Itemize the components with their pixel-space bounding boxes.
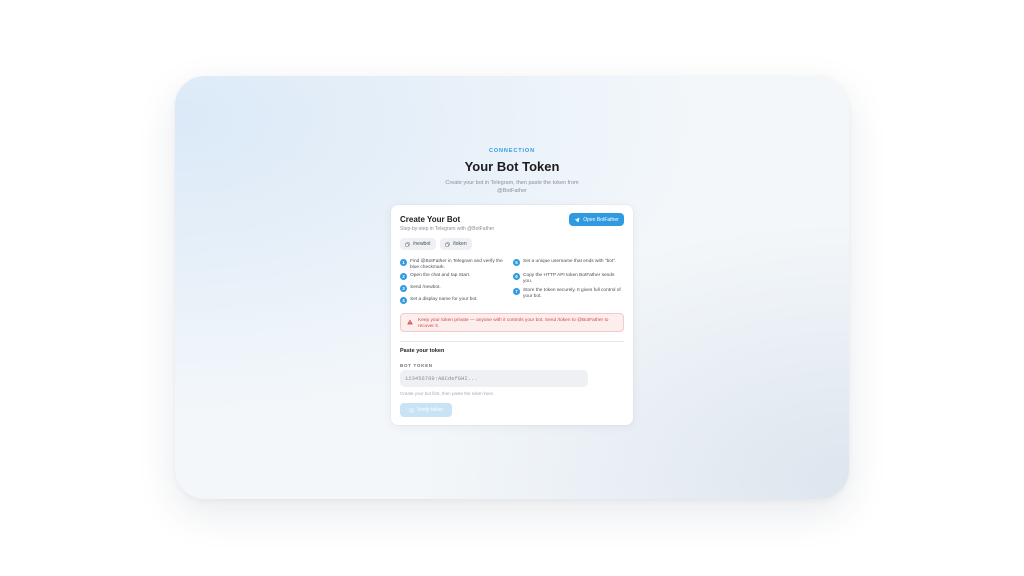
page-header: CONNECTION Your Bot Token Create your bo…	[175, 148, 849, 195]
bot-token-input[interactable]	[400, 370, 588, 387]
chip-token[interactable]: /token	[440, 238, 472, 250]
step-number: 3	[400, 285, 407, 292]
step-number: 7	[513, 288, 520, 295]
verify-token-button[interactable]: Verify token	[400, 403, 452, 417]
step-text: Set a unique username that ends with "bo…	[523, 259, 617, 264]
divider	[400, 341, 624, 342]
verify-token-label: Verify token	[416, 407, 444, 413]
step-text: Store the token securely. It gives full …	[523, 288, 621, 299]
chip-newbot[interactable]: /newbot	[400, 238, 436, 250]
section-kicker: CONNECTION	[489, 148, 535, 154]
step-item: 4 Set a display name for your bot.	[400, 297, 510, 304]
copy-icon	[405, 241, 410, 247]
telegram-send-icon	[574, 217, 580, 222]
bot-token-label: BOT TOKEN	[400, 363, 433, 368]
step-item: 2 Open the chat and tap Start.	[400, 273, 510, 280]
card-title: Create Your Bot	[400, 215, 461, 224]
step-text: Find @BotFather in Telegram and verify t…	[410, 259, 503, 270]
chip-label: /newbot	[413, 241, 431, 247]
warning-text: Keep your token private — anyone with it…	[418, 318, 609, 329]
step-item: 5 Set a unique username that ends with "…	[513, 259, 623, 266]
app-window: CONNECTION Your Bot Token Create your bo…	[175, 76, 849, 499]
chip-label: /token	[453, 241, 467, 247]
step-number: 1	[400, 259, 407, 266]
step-text: Copy the HTTP API token BotFather sends …	[523, 273, 615, 284]
open-botfather-button[interactable]: Open BotFather	[569, 213, 624, 226]
create-bot-card: Create Your Bot Step-by-step in Telegram…	[391, 205, 633, 425]
step-item: 3 Send /newbot.	[400, 285, 510, 292]
step-text: Open the chat and tap Start.	[410, 273, 471, 278]
token-hint: Create your bot first, then paste the to…	[400, 391, 495, 396]
step-item: 6 Copy the HTTP API token BotFather send…	[513, 273, 623, 284]
step-number: 6	[513, 273, 520, 280]
copy-icon	[445, 241, 450, 247]
page-title: Your Bot Token	[464, 159, 560, 174]
step-number: 5	[513, 259, 520, 266]
step-number: 4	[400, 297, 407, 304]
step-text: Set a display name for your bot.	[410, 297, 478, 302]
step-item: 1 Find @BotFather in Telegram and verify…	[400, 259, 510, 270]
paste-section-title: Paste your token	[400, 348, 445, 354]
token-warning: Keep your token private — anyone with it…	[400, 313, 624, 332]
card-subtitle: Step-by-step in Telegram with @BotFather	[400, 226, 495, 232]
check-circle-icon	[409, 407, 414, 413]
step-number: 2	[400, 273, 407, 280]
page-subtitle: Create your bot in Telegram, then paste …	[445, 180, 579, 194]
step-item: 7 Store the token securely. It gives ful…	[513, 288, 623, 299]
open-botfather-label: Open BotFather	[583, 216, 619, 223]
step-text: Send /newbot.	[410, 285, 441, 290]
warning-triangle-icon	[407, 318, 413, 324]
